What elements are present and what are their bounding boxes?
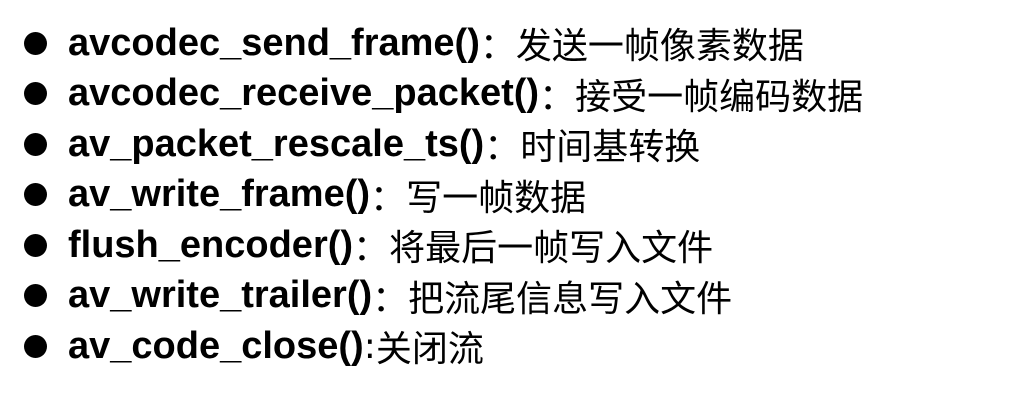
list-item: av_write_trailer() ： 把流尾信息写入文件 — [24, 271, 863, 322]
bullet-icon — [24, 31, 47, 55]
list-item: flush_encoder() ： 将最后一帧写入文件 — [24, 220, 863, 271]
bullet-icon — [24, 82, 47, 106]
function-name: av_write_frame() — [68, 173, 371, 216]
list-item: av_packet_rescale_ts() ： 时间基转换 — [24, 119, 863, 170]
separator: : — [363, 325, 376, 367]
function-name: av_write_trailer() — [68, 274, 373, 317]
function-description: 接受一帧编码数据 — [575, 76, 864, 118]
function-name: avcodec_send_frame() — [68, 21, 480, 64]
separator: ： — [370, 177, 407, 219]
bullet-icon — [24, 334, 47, 358]
function-description: 关闭流 — [375, 329, 484, 371]
function-name: flush_encoder() — [68, 223, 354, 266]
function-description: 发送一帧像素数据 — [515, 26, 804, 68]
list-item: avcodec_send_frame() ： 发送一帧像素数据 — [24, 18, 863, 69]
function-name: av_code_close() — [68, 324, 364, 367]
function-description: 时间基转换 — [520, 127, 701, 169]
separator: ： — [539, 76, 576, 118]
list-item: av_code_close() : 关闭流 — [24, 321, 863, 372]
separator: ： — [479, 26, 516, 68]
list-item: avcodec_receive_packet() ： 接受一帧编码数据 — [24, 69, 863, 120]
separator: ： — [372, 278, 409, 320]
bullet-icon — [24, 183, 47, 207]
function-description: 写一帧数据 — [406, 177, 587, 219]
function-name: av_packet_rescale_ts() — [68, 122, 485, 165]
function-description: 把流尾信息写入文件 — [408, 278, 733, 320]
bullet-icon — [24, 132, 47, 156]
list-item: av_write_frame() ： 写一帧数据 — [24, 170, 863, 221]
function-name: avcodec_receive_packet() — [68, 72, 540, 115]
bullet-icon — [24, 233, 47, 257]
function-bullet-list: avcodec_send_frame() ： 发送一帧像素数据 avcodec_… — [24, 18, 863, 372]
separator: ： — [484, 127, 521, 169]
bullet-icon — [24, 284, 47, 308]
separator: ： — [353, 228, 390, 270]
function-description: 将最后一帧写入文件 — [389, 228, 714, 270]
